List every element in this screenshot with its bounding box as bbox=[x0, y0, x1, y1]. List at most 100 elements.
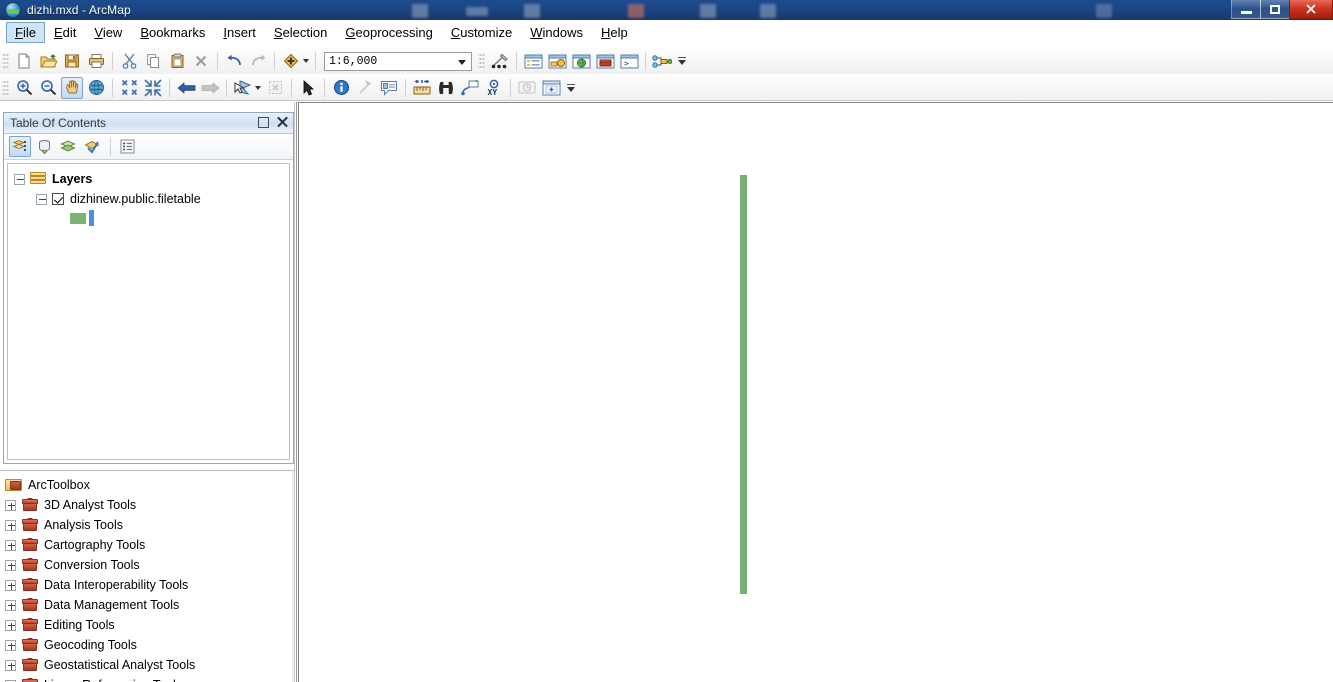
toc-layer-row[interactable]: dizhinew.public.filetable bbox=[8, 189, 289, 209]
modelbuilder-button[interactable] bbox=[651, 50, 673, 72]
map-scale-combobox[interactable]: 1:6,000 bbox=[324, 51, 472, 71]
menu-item-help[interactable]: Help bbox=[592, 22, 637, 43]
map-canvas[interactable] bbox=[298, 102, 1333, 682]
arctoolbox-item-linear-referencing-tools[interactable]: Linear Referencing Tools bbox=[0, 675, 292, 682]
expand-plus-icon[interactable] bbox=[5, 639, 16, 651]
identify-tool[interactable] bbox=[330, 77, 352, 99]
toolbar-overflow-button[interactable] bbox=[565, 77, 577, 99]
arctoolbox-item-3d-analyst-tools[interactable]: 3D Analyst Tools bbox=[0, 495, 292, 515]
undo-button[interactable] bbox=[223, 50, 245, 72]
hyperlink-tool[interactable] bbox=[354, 77, 376, 99]
list-by-drawing-order-button[interactable] bbox=[9, 136, 31, 157]
layer-visibility-checkbox[interactable] bbox=[52, 193, 64, 205]
print-button[interactable] bbox=[85, 50, 107, 72]
clear-selection-tool[interactable] bbox=[264, 77, 286, 99]
menu-item-bookmarks[interactable]: Bookmarks bbox=[131, 22, 214, 43]
toc-options-button[interactable] bbox=[116, 136, 138, 157]
pan-tool[interactable] bbox=[61, 76, 83, 99]
menu-item-edit[interactable]: Edit bbox=[45, 22, 85, 43]
arctoolbox-item-geostatistical-analyst-tools[interactable]: Geostatistical Analyst Tools bbox=[0, 655, 292, 675]
list-by-selection-button[interactable] bbox=[81, 136, 103, 157]
panel-map-splitter[interactable] bbox=[294, 102, 297, 682]
collapse-expander-icon[interactable] bbox=[14, 173, 25, 185]
time-slider-tool[interactable] bbox=[516, 77, 538, 99]
collapse-expander-icon[interactable] bbox=[36, 193, 47, 205]
cut-button[interactable] bbox=[118, 50, 140, 72]
scale-dropdown-arrow-icon[interactable] bbox=[458, 59, 466, 65]
toolbar-grip[interactable] bbox=[2, 52, 9, 70]
green-vertical-feature[interactable] bbox=[740, 175, 747, 594]
auto-hide-icon[interactable] bbox=[258, 117, 269, 128]
minimize-button[interactable] bbox=[1231, 0, 1261, 19]
search-button[interactable] bbox=[570, 50, 592, 72]
copy-button[interactable] bbox=[142, 50, 164, 72]
maximize-button[interactable] bbox=[1260, 0, 1290, 19]
paste-button[interactable] bbox=[166, 50, 188, 72]
fixed-zoom-in-tool[interactable] bbox=[118, 77, 140, 99]
arctoolbox-root-row[interactable]: ArcToolbox bbox=[0, 475, 292, 495]
line-symbol-swatch[interactable] bbox=[89, 210, 94, 226]
toolbar-overflow-button[interactable] bbox=[676, 50, 688, 72]
arctoolbox-item-conversion-tools[interactable]: Conversion Tools bbox=[0, 555, 292, 575]
new-map-button[interactable] bbox=[13, 50, 35, 72]
forward-extent-tool[interactable] bbox=[199, 77, 221, 99]
menu-item-file[interactable]: File bbox=[6, 21, 45, 43]
toolbar-grip[interactable] bbox=[2, 78, 9, 97]
select-features-dropdown-arrow-icon[interactable] bbox=[253, 77, 263, 99]
expand-plus-icon[interactable] bbox=[5, 499, 16, 511]
expand-plus-icon[interactable] bbox=[5, 519, 16, 531]
menu-item-geoprocessing[interactable]: Geoprocessing bbox=[336, 22, 441, 43]
expand-plus-icon[interactable] bbox=[5, 599, 16, 611]
menu-item-insert[interactable]: Insert bbox=[214, 22, 265, 43]
close-icon[interactable] bbox=[276, 115, 289, 128]
expand-plus-icon[interactable] bbox=[5, 619, 16, 631]
arctoolbox-item-geocoding-tools[interactable]: Geocoding Tools bbox=[0, 635, 292, 655]
catalog-button[interactable] bbox=[546, 50, 568, 72]
arctoolbox-item-editing-tools[interactable]: Editing Tools bbox=[0, 615, 292, 635]
find-route-tool[interactable] bbox=[459, 77, 481, 99]
full-extent-tool[interactable] bbox=[85, 77, 107, 99]
zoom-in-tool[interactable] bbox=[13, 77, 35, 99]
expand-plus-icon[interactable] bbox=[5, 539, 16, 551]
select-elements-tool[interactable] bbox=[297, 77, 319, 99]
redo-button[interactable] bbox=[247, 50, 269, 72]
back-extent-tool[interactable] bbox=[175, 77, 197, 99]
expand-plus-icon[interactable] bbox=[5, 559, 16, 571]
arctoolbox-button[interactable] bbox=[594, 50, 616, 72]
delete-button[interactable] bbox=[190, 50, 212, 72]
expand-plus-icon[interactable] bbox=[5, 579, 16, 591]
list-by-source-button[interactable] bbox=[33, 136, 55, 157]
save-button[interactable] bbox=[61, 50, 83, 72]
zoom-out-tool[interactable] bbox=[37, 77, 59, 99]
toc-layer-tree[interactable]: Layers dizhinew.public.filetable bbox=[7, 163, 290, 460]
arctoolbox-item-data-management-tools[interactable]: Data Management Tools bbox=[0, 595, 292, 615]
fixed-zoom-out-tool[interactable] bbox=[142, 77, 164, 99]
close-button[interactable] bbox=[1289, 0, 1333, 19]
add-data-dropdown-arrow-icon[interactable] bbox=[301, 50, 311, 72]
go-to-xy-tool[interactable]: XY bbox=[483, 77, 505, 99]
html-popup-tool[interactable] bbox=[378, 77, 400, 99]
find-tool[interactable] bbox=[435, 77, 457, 99]
select-features-tool[interactable] bbox=[232, 77, 254, 99]
menu-item-windows[interactable]: Windows bbox=[521, 22, 592, 43]
svg-text:XY: XY bbox=[488, 88, 498, 96]
python-window-button[interactable]: >_ bbox=[618, 50, 640, 72]
toolbar-grip[interactable] bbox=[478, 52, 485, 70]
menu-item-view[interactable]: View bbox=[85, 22, 131, 43]
menu-item-customize[interactable]: Customize bbox=[442, 22, 521, 43]
arctoolbox-item-analysis-tools[interactable]: Analysis Tools bbox=[0, 515, 292, 535]
toc-root-layers-row[interactable]: Layers bbox=[8, 169, 289, 189]
table-of-contents-button[interactable] bbox=[522, 50, 544, 72]
open-button[interactable] bbox=[37, 50, 59, 72]
menu-item-selection[interactable]: Selection bbox=[265, 22, 336, 43]
arctoolbox-item-cartography-tools[interactable]: Cartography Tools bbox=[0, 535, 292, 555]
arctoolbox-tree[interactable]: ArcToolbox 3D Analyst Tools Analysis Too… bbox=[0, 471, 292, 682]
list-by-visibility-button[interactable] bbox=[57, 136, 79, 157]
measure-tool[interactable] bbox=[411, 77, 433, 99]
arctoolbox-item-data-interoperability-tools[interactable]: Data Interoperability Tools bbox=[0, 575, 292, 595]
expand-plus-icon[interactable] bbox=[5, 659, 16, 671]
add-data-button[interactable] bbox=[280, 50, 302, 72]
editor-toolbar-button[interactable] bbox=[489, 50, 511, 72]
create-viewer-window-tool[interactable] bbox=[540, 77, 562, 99]
polygon-symbol-swatch[interactable] bbox=[70, 212, 86, 224]
